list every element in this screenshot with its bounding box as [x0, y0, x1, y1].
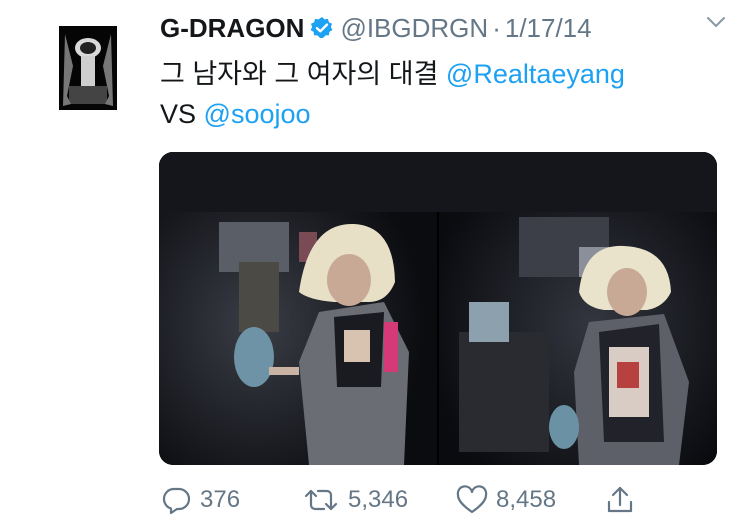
reply-count: 376 — [200, 486, 241, 513]
retweet-count: 5,346 — [348, 486, 409, 513]
separator-dot: · — [492, 12, 501, 43]
share-icon — [607, 486, 633, 513]
tweet-text-vs: VS — [160, 99, 204, 129]
author-avatar[interactable] — [59, 26, 117, 110]
like-count: 8,458 — [496, 486, 557, 513]
share-button[interactable] — [606, 485, 642, 515]
author-handle[interactable]: @IBGDRGN — [340, 13, 488, 44]
tweet-media-photo[interactable] — [159, 152, 717, 465]
verified-badge-icon — [310, 16, 334, 40]
tweet-date[interactable]: 1/17/14 — [505, 13, 592, 44]
author-name[interactable]: G-DRAGON — [160, 13, 304, 44]
heart-icon — [456, 485, 488, 514]
like-button[interactable]: 8,458 — [456, 485, 606, 515]
chevron-down-icon[interactable] — [704, 10, 728, 34]
tweet-text-prefix: 그 남자와 그 여자의 대결 — [160, 59, 446, 89]
reply-icon — [162, 487, 191, 515]
reply-button[interactable]: 376 — [160, 485, 302, 515]
tweet-text: 그 남자와 그 여자의 대결 @Realtaeyang VS @soojoo — [160, 54, 720, 134]
mention-link[interactable]: @Realtaeyang — [446, 59, 625, 89]
tweet-header: G-DRAGON @IBGDRGN · 1/17/14 — [160, 10, 730, 46]
retweet-button[interactable]: 5,346 — [302, 485, 456, 515]
mention-link[interactable]: @soojoo — [204, 99, 311, 129]
tweet-actions: 376 5,346 8,458 — [160, 482, 730, 518]
retweet-icon — [304, 489, 338, 511]
